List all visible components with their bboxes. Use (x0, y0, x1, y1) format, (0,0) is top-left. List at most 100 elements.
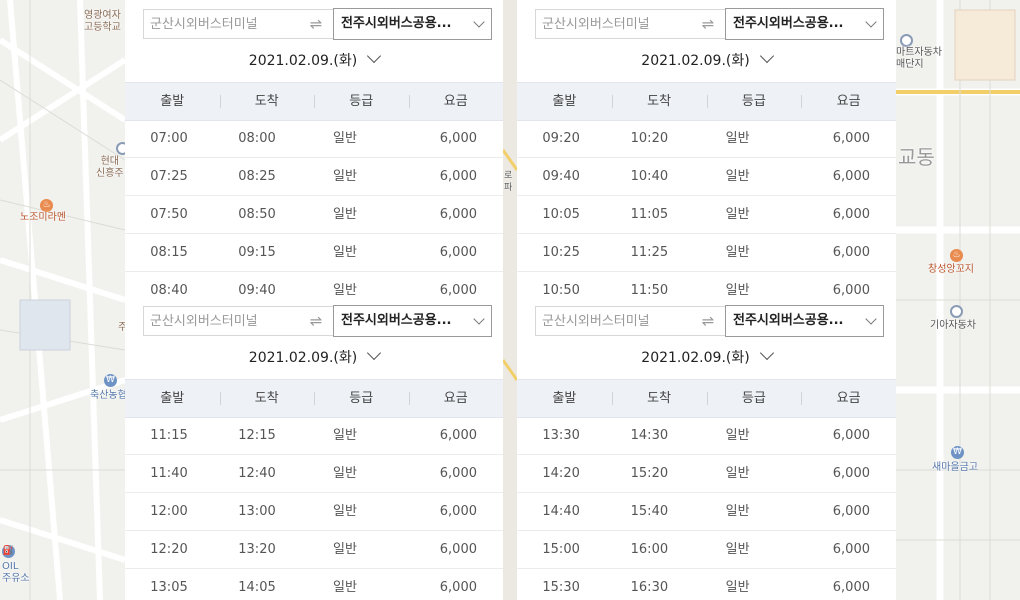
table-row[interactable]: 09:40 10:40 일반 6,000 (517, 158, 896, 196)
cell-departure: 14:40 (542, 504, 580, 519)
table-row[interactable]: 07:25 08:25 일반 6,000 (125, 158, 503, 196)
map-label-saemaeul: 새마을금고 (932, 462, 978, 474)
cell-departure: 07:50 (150, 207, 188, 222)
table-row[interactable]: 10:25 11:25 일반 6,000 (517, 234, 896, 272)
column-header-fare: 요금 (408, 380, 504, 417)
chevron-down-icon (759, 345, 774, 361)
map-label-text: 축산농협 (90, 390, 127, 401)
origin-input[interactable]: 군산시외버스터미널 (143, 9, 299, 39)
table-row[interactable]: 08:15 09:15 일반 6,000 (125, 234, 503, 272)
destination-select[interactable]: 전주시외버스공용... (333, 305, 492, 337)
table-row[interactable]: 10:05 11:05 일반 6,000 (517, 196, 896, 234)
cell-grade: 일반 (333, 504, 357, 519)
origin-input[interactable]: 군산시외버스터미널 (535, 9, 691, 39)
cell-departure: 13:05 (150, 580, 188, 595)
cell-departure: 09:40 (542, 169, 580, 184)
cell-fare: 6,000 (439, 542, 477, 557)
swap-route-button[interactable]: ⇌ (691, 9, 725, 39)
destination-select[interactable]: 전주시외버스공용... (725, 305, 884, 337)
table-row[interactable]: 13:05 14:05 일반 6,000 (125, 569, 503, 600)
route-search-bar: 군산시외버스터미널 ⇌ 전주시외버스공용... (143, 8, 492, 41)
cell-fare: 6,000 (832, 466, 870, 481)
date-label: 2021.02.09.(화) (641, 53, 750, 69)
cell-arrival: 08:25 (238, 169, 276, 184)
table-row[interactable]: 11:15 12:15 일반 6,000 (125, 417, 503, 455)
cell-fare: 6,000 (439, 245, 477, 260)
table-row[interactable]: 07:00 08:00 일반 6,000 (125, 120, 503, 158)
restaurant-icon: ♨ (40, 199, 53, 212)
bus-timetable-panel-4: 군산시외버스터미널 ⇌ 전주시외버스공용... 2021.02.09.(화) 출… (517, 297, 896, 600)
table-row[interactable]: 11:40 12:40 일반 6,000 (125, 455, 503, 493)
table-row[interactable]: 07:50 08:50 일반 6,000 (125, 196, 503, 234)
map-label-text: 교동 (898, 145, 935, 169)
restaurant-icon: ♨ (950, 249, 963, 262)
table-row[interactable]: 10:50 11:50 일반 6,000 (517, 272, 896, 297)
date-label: 2021.02.09.(화) (641, 350, 750, 366)
table-header: 출발 도착 등급 요금 (517, 379, 896, 418)
table-row[interactable]: 15:30 16:30 일반 6,000 (517, 569, 896, 600)
cell-grade: 일반 (333, 466, 357, 481)
origin-input[interactable]: 군산시외버스터미널 (143, 306, 299, 336)
date-label: 2021.02.09.(화) (248, 53, 358, 69)
cell-fare: 6,000 (439, 131, 477, 146)
map-poi-icon (900, 34, 913, 47)
cell-fare: 6,000 (439, 466, 477, 481)
cell-arrival: 08:00 (238, 131, 276, 146)
swap-route-button[interactable]: ⇌ (299, 306, 333, 336)
bank-icon: ₩ (104, 374, 117, 387)
map-label-school: 영광여자 고등학교 (84, 10, 121, 34)
cell-arrival: 16:30 (630, 580, 669, 595)
swap-icon: ⇌ (701, 312, 715, 330)
cell-departure: 08:40 (150, 283, 188, 297)
timetable-rows: 07:00 08:00 일반 6,000 07:25 08:25 일반 6,000 07:50 0… (125, 120, 503, 297)
map-label-apartment: 현대 신흥주 (96, 156, 124, 180)
map-label-text: 영광여자 고등학교 (84, 10, 121, 33)
cell-fare: 6,000 (832, 207, 870, 222)
swap-route-button[interactable]: ⇌ (691, 306, 725, 336)
route-search-bar: 군산시외버스터미널 ⇌ 전주시외버스공용... (143, 305, 492, 338)
date-selector[interactable]: 2021.02.09.(화) (517, 345, 896, 371)
date-selector[interactable]: 2021.02.09.(화) (517, 48, 896, 74)
table-row[interactable]: 14:20 15:20 일반 6,000 (517, 455, 896, 493)
cell-fare: 6,000 (832, 542, 870, 557)
map-poi-icon (950, 305, 963, 318)
map-label-car-market: 마트자동차 매단지 (896, 47, 942, 71)
map-label-text: 새마을금고 (932, 462, 978, 473)
origin-input[interactable]: 군산시외버스터미널 (535, 306, 691, 336)
table-row[interactable]: 12:20 13:20 일반 6,000 (125, 531, 503, 569)
swap-icon: ⇌ (701, 15, 715, 33)
route-search-bar: 군산시외버스터미널 ⇌ 전주시외버스공용... (535, 8, 884, 41)
table-row[interactable]: 13:30 14:30 일반 6,000 (517, 417, 896, 455)
timetable-rows: 11:15 12:15 일반 6,000 11:40 12:40 일반 6,000 12:00 1… (125, 417, 503, 600)
destination-label: 전주시외버스공용... (341, 313, 452, 328)
swap-route-button[interactable]: ⇌ (299, 9, 333, 39)
table-row[interactable]: 12:00 13:00 일반 6,000 (125, 493, 503, 531)
bus-timetable-panel-1: 군산시외버스터미널 ⇌ 전주시외버스공용... 2021.02.09.(화) 출… (125, 0, 503, 297)
cell-arrival: 13:20 (238, 542, 276, 557)
date-selector[interactable]: 2021.02.09.(화) (125, 48, 503, 74)
table-row[interactable]: 14:40 15:40 일반 6,000 (517, 493, 896, 531)
cell-grade: 일반 (333, 131, 357, 146)
cell-grade: 일반 (725, 131, 750, 146)
cell-fare: 6,000 (439, 207, 477, 222)
date-selector[interactable]: 2021.02.09.(화) (125, 345, 503, 371)
cell-departure: 07:00 (150, 131, 188, 146)
table-row[interactable]: 08:40 09:40 일반 6,000 (125, 272, 503, 297)
destination-select[interactable]: 전주시외버스공용... (725, 8, 884, 40)
map-label-text: 로 파 (504, 171, 513, 193)
cell-grade: 일반 (725, 466, 750, 481)
table-header: 출발 도착 등급 요금 (517, 82, 896, 121)
column-header-arrival: 도착 (219, 83, 315, 120)
cell-grade: 일반 (725, 542, 750, 557)
column-header-fare: 요금 (408, 83, 504, 120)
destination-select[interactable]: 전주시외버스공용... (333, 8, 492, 40)
cell-grade: 일반 (333, 428, 357, 443)
cell-fare: 6,000 (832, 131, 870, 146)
chevron-down-icon (473, 16, 485, 28)
cell-fare: 6,000 (832, 245, 870, 260)
table-row[interactable]: 15:00 16:00 일반 6,000 (517, 531, 896, 569)
column-header-grade: 등급 (706, 83, 802, 120)
destination-label: 전주시외버스공용... (733, 313, 844, 328)
table-row[interactable]: 09:20 10:20 일반 6,000 (517, 120, 896, 158)
cell-arrival: 12:40 (238, 466, 276, 481)
